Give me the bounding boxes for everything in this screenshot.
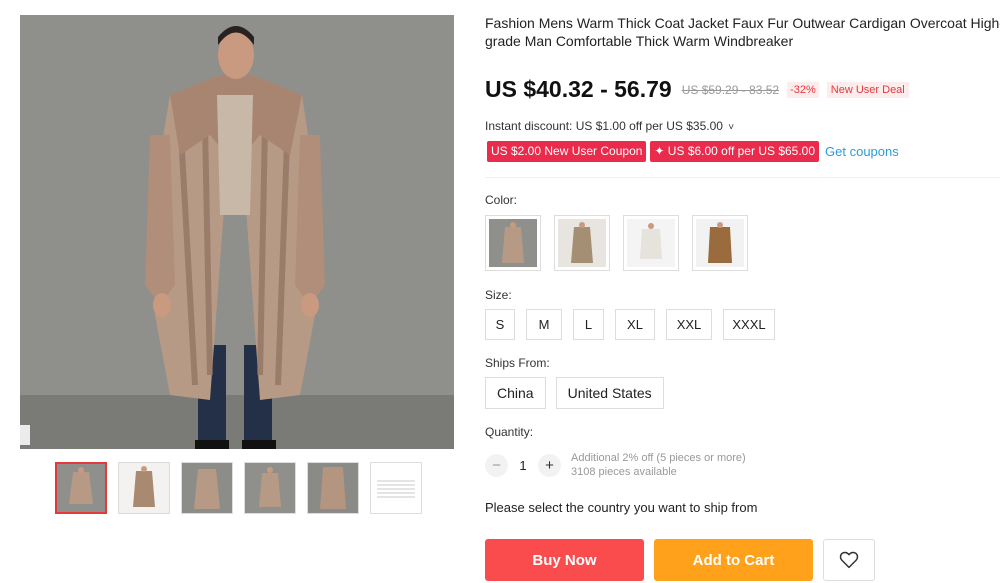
product-title: Fashion Mens Warm Thick Coat Jacket Faux… [485, 15, 1000, 49]
quantity-plus-button[interactable]: + [538, 453, 561, 477]
ships-from-label: Ships From: [485, 356, 550, 370]
gallery-corner-handle [20, 425, 30, 445]
divider [485, 177, 1000, 178]
size-option[interactable]: XXXL [723, 309, 775, 340]
shipping-warning: Please select the country you want to sh… [485, 500, 758, 515]
instant-discount-text: Instant discount: US $1.00 off per US $3… [485, 119, 723, 133]
add-to-cart-button[interactable]: Add to Cart [654, 539, 813, 581]
size-option[interactable]: L [573, 309, 604, 340]
quantity-value[interactable]: 1 [508, 458, 538, 473]
bulk-discount-note: Additional 2% off (5 pieces or more) [571, 452, 746, 464]
store-coupon[interactable]: ✦ US $6.00 off per US $65.00 [650, 141, 820, 162]
current-price: US $40.32 - 56.79 [485, 76, 672, 102]
thumbnail-3[interactable] [181, 462, 233, 514]
new-user-coupon[interactable]: US $2.00 New User Coupon [487, 141, 647, 162]
model-wearing-fur-coat-illustration [20, 15, 454, 449]
stock-available-note: 3108 pieces available [571, 466, 677, 478]
quantity-label: Quantity: [485, 425, 534, 439]
color-label: Color: [485, 193, 518, 207]
color-swatch-image [627, 219, 675, 267]
size-label: Size: [485, 288, 512, 302]
thumbnail-2[interactable] [118, 462, 170, 514]
color-swatch-4[interactable] [692, 215, 748, 271]
size-options: S M L XL XXL XXXL [485, 309, 775, 340]
main-product-image[interactable] [20, 15, 454, 449]
thumbnail-1[interactable] [55, 462, 107, 514]
color-swatch-image [489, 219, 537, 267]
wishlist-button[interactable] [823, 539, 875, 581]
buy-now-button[interactable]: Buy Now [485, 539, 644, 581]
thumbnail-strip [55, 462, 422, 514]
thumbnail-photo-icon [182, 463, 232, 513]
color-swatch-1[interactable] [485, 215, 541, 271]
color-swatch-2[interactable] [554, 215, 610, 271]
size-option[interactable]: XXL [666, 309, 712, 340]
original-price: US $59.29 - 83.52 [681, 82, 780, 97]
color-swatches [485, 215, 748, 271]
get-coupons-link[interactable]: Get coupons [825, 144, 899, 159]
quantity-notes: Additional 2% off (5 pieces or more) 310… [571, 451, 746, 479]
coupon-row: US $2.00 New User Coupon ✦ US $6.00 off … [487, 141, 899, 162]
color-swatch-image [696, 219, 744, 267]
thumbnail-6[interactable] [370, 462, 422, 514]
chevron-down-icon: ˅ [728, 122, 735, 133]
quantity-minus-button[interactable]: − [485, 453, 508, 477]
size-option[interactable]: S [485, 309, 515, 340]
size-option[interactable]: M [526, 309, 562, 340]
ships-from-option[interactable]: United States [555, 377, 664, 409]
thumbnail-photo-icon [245, 463, 295, 513]
quantity-stepper: − 1 + Additional 2% off (5 pieces or mor… [485, 451, 746, 479]
ships-from-option[interactable]: China [485, 377, 546, 409]
heart-icon [839, 551, 859, 569]
thumbnail-photo-icon [57, 464, 105, 512]
color-swatch-3[interactable] [623, 215, 679, 271]
discount-badge: -32% [787, 81, 819, 98]
thumbnail-photo-icon [308, 463, 358, 513]
ships-from-options: China United States [485, 377, 664, 409]
price-row: US $40.32 - 56.79 US $59.29 - 83.52 -32%… [485, 76, 909, 103]
new-user-deal-badge: New User Deal [826, 81, 909, 98]
color-swatch-image [558, 219, 606, 267]
thumbnail-5[interactable] [307, 462, 359, 514]
purchase-actions: Buy Now Add to Cart [485, 539, 875, 581]
size-chart-icon [371, 463, 421, 513]
thumbnail-photo-icon [119, 463, 169, 513]
instant-discount[interactable]: Instant discount: US $1.00 off per US $3… [485, 119, 734, 133]
size-option[interactable]: XL [615, 309, 655, 340]
thumbnail-4[interactable] [244, 462, 296, 514]
